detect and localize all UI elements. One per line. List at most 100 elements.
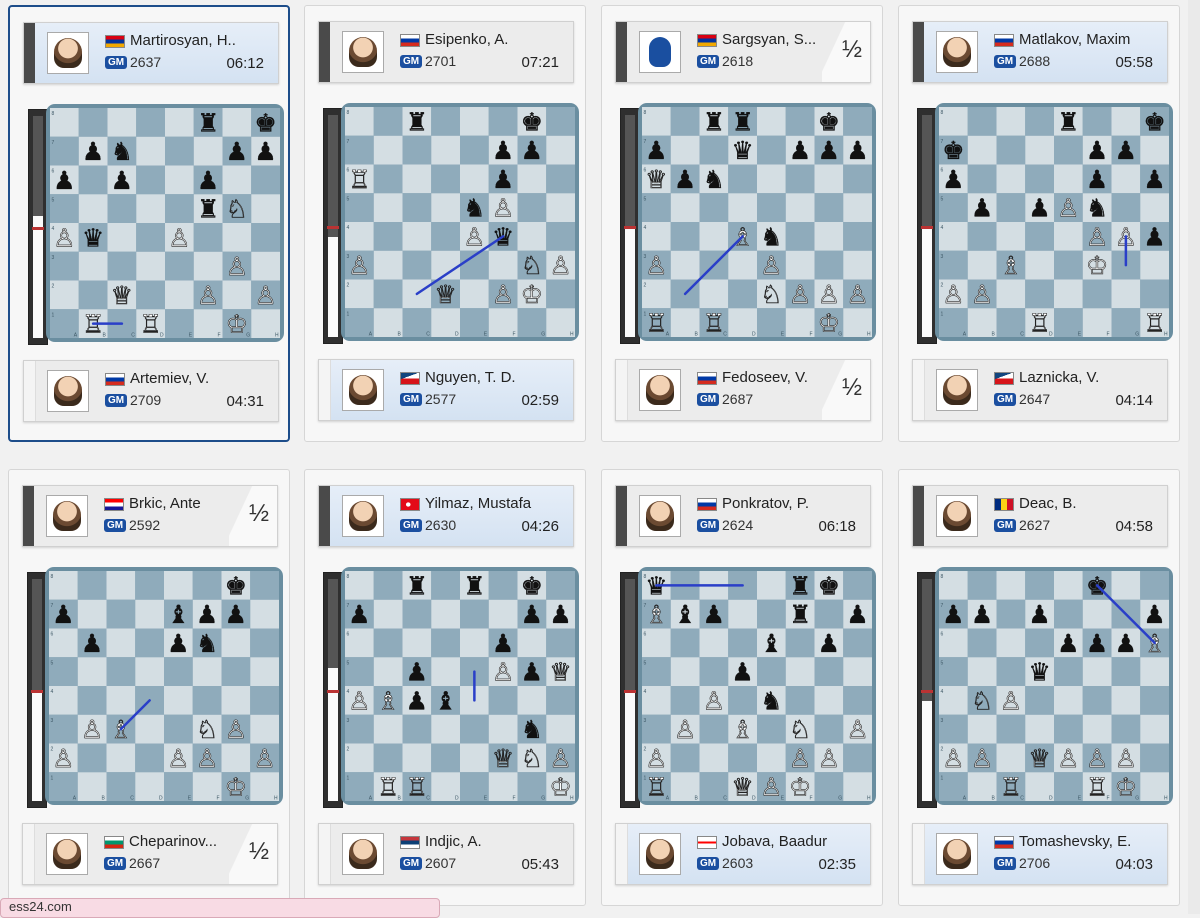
black-pawn-piece[interactable]: ♟	[971, 193, 994, 223]
board-square[interactable]	[1025, 571, 1054, 600]
board-square[interactable]	[814, 164, 844, 194]
board-square[interactable]	[373, 107, 403, 136]
board-square[interactable]	[1111, 107, 1141, 136]
board-square[interactable]	[996, 279, 1026, 309]
player-avatar[interactable]	[936, 495, 978, 537]
board-square[interactable]	[1082, 279, 1112, 309]
top-player-bar[interactable]: Yilmaz, Mustafa GM 2630 04:26	[318, 485, 574, 547]
board-square[interactable]	[106, 657, 136, 686]
black-pawn-piece[interactable]: ♟	[492, 629, 515, 658]
player-avatar[interactable]	[639, 833, 681, 875]
top-player-bar[interactable]: Ponkratov, P. GM 2624 06:18	[615, 485, 871, 547]
player-name[interactable]: Yilmaz, Mustafa	[425, 495, 531, 512]
white-knight-piece[interactable]: ♘	[971, 686, 994, 716]
board-square[interactable]	[728, 279, 757, 309]
black-pawn-piece[interactable]: ♟	[942, 165, 965, 194]
black-pawn-piece[interactable]: ♟	[1115, 629, 1138, 658]
black-rook-piece[interactable]: ♜	[789, 600, 812, 629]
white-pawn-piece[interactable]: ♙	[846, 715, 869, 745]
black-king-piece[interactable]: ♚	[521, 107, 544, 136]
black-rook-piece[interactable]: ♜	[197, 108, 220, 137]
board-square[interactable]	[814, 686, 844, 715]
white-king-piece[interactable]: ♔	[1086, 251, 1109, 281]
chess-board[interactable]: A 8 B 7 C 6 D 5 E 4 F 3 G 2 H 1 ♜ ♚ ♚ ♟ ♟ ♟ ♟ ♟ ♟ ♟ ♙ ♞ ♙ ♙ ♟ ♗ ♔ ♙ ♙ ♖ ♖	[935, 103, 1173, 341]
white-pawn-piece[interactable]: ♙	[789, 280, 812, 310]
white-pawn-piece[interactable]: ♙	[348, 686, 371, 716]
board-square[interactable]	[373, 250, 403, 280]
bottom-player-bar[interactable]: Cheparinov... GM 2667 ½	[22, 823, 278, 885]
player-name[interactable]: Fedoseev, V.	[722, 369, 808, 386]
black-pawn-piece[interactable]: ♟	[111, 166, 134, 195]
white-king-piece[interactable]: ♔	[225, 309, 248, 338]
board-square[interactable]	[699, 279, 729, 309]
game-card[interactable]: Deac, B. GM 2627 04:58 A 8 B 7 C 6 D 5 E 4 F 3 G 2 H 1 ♚ ♟ ♟ ♟ ♟…	[898, 469, 1180, 906]
board-svg[interactable]: A8B7C6D5E4F3G2H1♚♟ ♝ ♟ ♟♟ ♟ ♞♙ ♗ ♘ ♙♙ ♙ ♙ ♙♔	[49, 571, 279, 801]
board-square[interactable]	[193, 251, 223, 281]
board-square[interactable]	[193, 136, 223, 166]
player-avatar[interactable]	[47, 370, 89, 412]
board-square[interactable]	[402, 628, 432, 658]
white-pawn-piece[interactable]: ♙	[942, 744, 965, 774]
chess-board[interactable]: A 8 B 7 C 6 D 5 E 4 F 3 G 2 H 1 ♜ ♚ ♟ ♟ ♖ ♟ ♞ ♙ ♙ ♛ ♘ ♙ ♙ ♕ ♙ ♔	[341, 103, 579, 341]
board-square[interactable]	[136, 280, 165, 310]
board-square[interactable]	[814, 599, 844, 629]
black-king-piece[interactable]: ♚	[254, 108, 277, 137]
board-square[interactable]	[546, 571, 575, 600]
board-square[interactable]	[757, 714, 786, 744]
board-square[interactable]	[106, 628, 136, 658]
board-square[interactable]	[250, 657, 279, 686]
board-square[interactable]	[1140, 250, 1169, 280]
board-square[interactable]	[345, 628, 374, 658]
black-king-piece[interactable]: ♚	[942, 136, 965, 165]
board-square[interactable]	[50, 251, 79, 281]
board-square[interactable]	[402, 599, 432, 629]
board-square[interactable]	[699, 657, 729, 686]
board-square[interactable]	[939, 657, 968, 686]
board-square[interactable]	[222, 165, 252, 195]
board-square[interactable]	[221, 657, 251, 686]
board-square[interactable]	[996, 714, 1026, 744]
white-pawn-piece[interactable]: ♙	[348, 251, 371, 281]
black-rook-piece[interactable]: ♜	[406, 571, 429, 600]
board-square[interactable]	[1082, 657, 1112, 686]
white-pawn-piece[interactable]: ♙	[1057, 744, 1080, 774]
board-square[interactable]	[699, 222, 729, 251]
board-square[interactable]	[222, 223, 252, 252]
player-avatar[interactable]	[46, 833, 88, 875]
black-king-piece[interactable]: ♚	[225, 571, 248, 600]
white-pawn-piece[interactable]: ♙	[81, 715, 104, 745]
board-square[interactable]	[135, 657, 164, 686]
board-square[interactable]	[345, 107, 374, 136]
board-square[interactable]	[431, 107, 460, 136]
board-square[interactable]	[1111, 279, 1141, 309]
board-svg[interactable]: A8B7C6D5E4F3G2H1♛ ♜ ♚♗ ♝ ♟ ♜ ♟♝ ♟♟♙ ♞♙ ♗ ♘ ♙♙ ♙ ♙♖ ♕ ♙ ♔	[642, 571, 872, 801]
black-knight-piece[interactable]: ♞	[196, 629, 219, 658]
board-square[interactable]	[843, 628, 872, 658]
board-square[interactable]	[939, 628, 968, 658]
white-bishop-piece[interactable]: ♗	[999, 251, 1022, 281]
top-player-bar[interactable]: Matlakov, Maxim GM 2688 05:58	[912, 21, 1168, 83]
black-pawn-piece[interactable]: ♟	[197, 166, 220, 195]
board-square[interactable]	[488, 686, 518, 715]
board-square[interactable]	[1054, 135, 1083, 165]
board-square[interactable]	[50, 280, 79, 310]
board-square[interactable]	[728, 628, 757, 658]
board-square[interactable]	[642, 714, 671, 744]
player-avatar[interactable]	[47, 32, 89, 74]
board-square[interactable]	[488, 107, 518, 136]
board-svg[interactable]: A8B7C6D5E4F3G2H1♜ ♚♚ ♟ ♟♟ ♟ ♟♟ ♟ ♙ ♞♙ ♙ ♟♗ ♔♙ ♙♖ ♖	[939, 107, 1169, 337]
board-square[interactable]	[77, 599, 107, 629]
board-square[interactable]	[488, 250, 518, 280]
black-pawn-piece[interactable]: ♟	[674, 165, 697, 194]
board-square[interactable]	[431, 222, 460, 251]
board-square[interactable]	[642, 628, 671, 658]
board-square[interactable]	[488, 714, 518, 744]
white-pawn-piece[interactable]: ♙	[253, 744, 276, 774]
board-square[interactable]	[135, 628, 164, 658]
board-square[interactable]	[107, 251, 137, 281]
board-square[interactable]	[1082, 686, 1112, 715]
board-square[interactable]	[939, 686, 968, 715]
board-square[interactable]	[1025, 107, 1054, 136]
board-square[interactable]	[546, 628, 575, 658]
player-avatar[interactable]	[342, 833, 384, 875]
